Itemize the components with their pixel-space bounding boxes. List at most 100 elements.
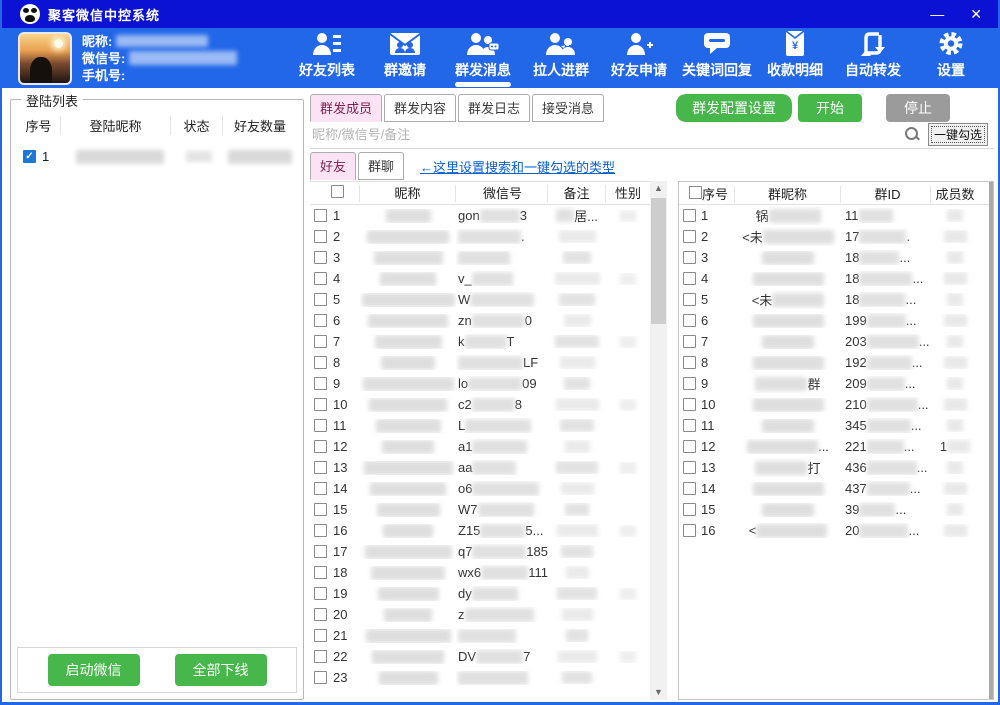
search-input[interactable] xyxy=(312,127,901,142)
row-checkbox[interactable] xyxy=(314,482,327,495)
row-checkbox[interactable] xyxy=(314,356,327,369)
friends-scrollbar[interactable]: ▲ ▼ xyxy=(650,181,667,700)
nav-keyword-reply[interactable]: 关键词回复 xyxy=(680,31,754,86)
login-row[interactable]: 1 xyxy=(17,143,297,170)
table-row[interactable]: 1锅11 xyxy=(679,205,993,226)
table-row[interactable]: 2. xyxy=(310,226,650,247)
groups-select-all-checkbox[interactable] xyxy=(689,186,702,199)
row-checkbox[interactable] xyxy=(683,230,696,243)
row-checkbox[interactable] xyxy=(314,272,327,285)
row-checkbox[interactable] xyxy=(683,503,696,516)
row-checkbox[interactable] xyxy=(314,461,327,474)
group-send-config-button[interactable]: 群发配置设置 xyxy=(676,94,792,122)
scrollbar-thumb[interactable] xyxy=(651,198,666,324)
nav-pull-into-group[interactable]: 拉人进群 xyxy=(524,31,598,86)
row-checkbox[interactable] xyxy=(314,629,327,642)
row-checkbox[interactable] xyxy=(314,587,327,600)
row-checkbox[interactable] xyxy=(683,377,696,390)
table-row[interactable]: 318... xyxy=(679,247,993,268)
table-row[interactable]: 16<20... xyxy=(679,520,993,541)
row-checkbox[interactable] xyxy=(314,230,327,243)
all-offline-button[interactable]: 全部下线 xyxy=(175,654,267,686)
row-checkbox[interactable] xyxy=(683,314,696,327)
login-row-checkbox[interactable] xyxy=(23,150,36,163)
table-row[interactable]: 22DV7 xyxy=(310,646,650,667)
table-row[interactable]: 12a1 xyxy=(310,436,650,457)
scroll-down-icon[interactable]: ▼ xyxy=(654,685,663,700)
table-row[interactable]: 1gon3居... xyxy=(310,205,650,226)
table-row[interactable]: 1539... xyxy=(679,499,993,520)
nav-auto-forward[interactable]: 自动转发 xyxy=(836,31,910,86)
table-row[interactable]: 12...221...1 xyxy=(679,436,993,457)
row-checkbox[interactable] xyxy=(683,209,696,222)
tab-group-send-members[interactable]: 群发成员 xyxy=(310,94,382,122)
table-row[interactable]: 6zn0 xyxy=(310,310,650,331)
launch-wechat-button[interactable]: 启动微信 xyxy=(48,654,140,686)
search-icon[interactable] xyxy=(905,127,920,142)
table-row[interactable]: 4v_ xyxy=(310,268,650,289)
row-checkbox[interactable] xyxy=(314,545,327,558)
row-checkbox[interactable] xyxy=(314,209,327,222)
table-row[interactable]: 19dy xyxy=(310,583,650,604)
table-row[interactable]: 8192... xyxy=(679,352,993,373)
table-row[interactable]: 14o6 xyxy=(310,478,650,499)
row-checkbox[interactable] xyxy=(314,503,327,516)
start-button[interactable]: 开始 xyxy=(798,94,862,122)
table-row[interactable]: 13打436... xyxy=(679,457,993,478)
tab-receive-messages[interactable]: 接受消息 xyxy=(532,94,604,122)
table-row[interactable]: 16Z155... xyxy=(310,520,650,541)
row-checkbox[interactable] xyxy=(314,377,327,390)
row-checkbox[interactable] xyxy=(683,461,696,474)
tab-group-send-content[interactable]: 群发内容 xyxy=(384,94,456,122)
table-row[interactable]: 15W7 xyxy=(310,499,650,520)
table-row[interactable]: 17q7185 xyxy=(310,541,650,562)
row-checkbox[interactable] xyxy=(683,419,696,432)
row-checkbox[interactable] xyxy=(314,293,327,306)
row-checkbox[interactable] xyxy=(314,419,327,432)
table-row[interactable]: 10210... xyxy=(679,394,993,415)
table-row[interactable]: 10c28 xyxy=(310,394,650,415)
search-type-hint-link[interactable]: ←这里设置搜索和一键勾选的类型 xyxy=(420,157,615,176)
row-checkbox[interactable] xyxy=(683,356,696,369)
groups-scrollbar[interactable] xyxy=(989,182,993,699)
nav-friend-list[interactable]: 好友列表 xyxy=(290,31,364,86)
row-checkbox[interactable] xyxy=(683,524,696,537)
tab-group-send-log[interactable]: 群发日志 xyxy=(458,94,530,122)
nav-group-message[interactable]: 群发消息 xyxy=(446,31,520,86)
table-row[interactable]: 11345... xyxy=(679,415,993,436)
row-checkbox[interactable] xyxy=(683,482,696,495)
row-checkbox[interactable] xyxy=(683,398,696,411)
minimize-button[interactable]: — xyxy=(930,7,944,21)
scroll-up-icon[interactable]: ▲ xyxy=(654,181,663,196)
table-row[interactable]: 7kT xyxy=(310,331,650,352)
table-row[interactable]: 2<未17. xyxy=(679,226,993,247)
close-button[interactable]: ✕ xyxy=(970,7,982,21)
table-row[interactable]: 9lo09 xyxy=(310,373,650,394)
row-checkbox[interactable] xyxy=(314,608,327,621)
table-row[interactable]: 6199... xyxy=(679,310,993,331)
nav-group-invite[interactable]: 群邀请 xyxy=(368,31,442,86)
table-row[interactable]: 7203... xyxy=(679,331,993,352)
table-row[interactable]: 11L xyxy=(310,415,650,436)
subtab-groups[interactable]: 群聊 xyxy=(358,152,404,180)
table-row[interactable]: 13aa xyxy=(310,457,650,478)
nav-friend-request[interactable]: 好友申请 xyxy=(602,31,676,86)
table-row[interactable]: 9群209... xyxy=(679,373,993,394)
row-checkbox[interactable] xyxy=(314,566,327,579)
select-all-button[interactable]: 一键勾选 xyxy=(928,123,988,146)
table-row[interactable]: 20z xyxy=(310,604,650,625)
table-row[interactable]: 5W xyxy=(310,289,650,310)
table-row[interactable]: 3 xyxy=(310,247,650,268)
stop-button[interactable]: 停止 xyxy=(886,94,950,122)
table-row[interactable]: 8LF xyxy=(310,352,650,373)
row-checkbox[interactable] xyxy=(314,251,327,264)
table-row[interactable]: 23 xyxy=(310,667,650,688)
table-row[interactable]: 18wx6111 xyxy=(310,562,650,583)
row-checkbox[interactable] xyxy=(314,440,327,453)
row-checkbox[interactable] xyxy=(683,272,696,285)
row-checkbox[interactable] xyxy=(683,440,696,453)
subtab-friends[interactable]: 好友 xyxy=(310,152,356,180)
row-checkbox[interactable] xyxy=(683,335,696,348)
nav-payment-detail[interactable]: ¥ 收款明细 xyxy=(758,31,832,86)
row-checkbox[interactable] xyxy=(314,650,327,663)
